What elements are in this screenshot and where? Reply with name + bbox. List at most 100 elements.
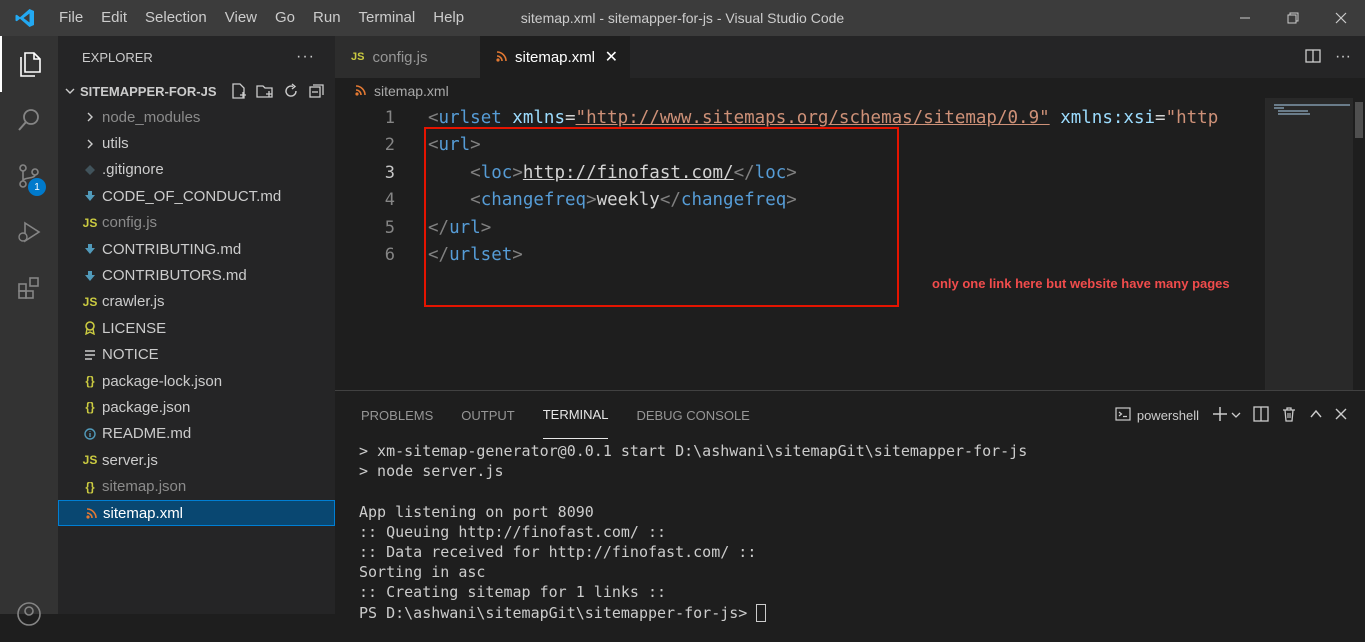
- js-file-icon: JS: [82, 215, 98, 230]
- markdown-file-icon: [80, 190, 100, 202]
- terminal-prompt: PS D:\ashwani\sitemapGit\sitemapper-for-…: [359, 603, 757, 622]
- explorer-icon[interactable]: [0, 36, 58, 92]
- vscode-logo-icon: [0, 0, 50, 36]
- tree-item-config-js[interactable]: JS config.js: [58, 210, 335, 236]
- window-controls: [1221, 0, 1365, 36]
- more-actions-icon[interactable]: ···: [1335, 48, 1351, 66]
- js-file-icon: JS: [82, 294, 98, 309]
- tree-item-notice[interactable]: NOTICE: [58, 342, 335, 368]
- token: urlset: [438, 107, 502, 128]
- markdown-file-icon: [80, 270, 100, 282]
- tree-item-package-json[interactable]: {} package.json: [58, 394, 335, 420]
- tree-item-contributors[interactable]: CONTRIBUTORS.md: [58, 262, 335, 288]
- tree-item-label: .gitignore: [102, 161, 164, 179]
- split-terminal-icon[interactable]: [1253, 405, 1269, 425]
- scm-badge: 1: [28, 178, 46, 196]
- terminal-shell-label: powershell: [1136, 407, 1199, 423]
- workspace-folder[interactable]: SITEMAPPER-FOR-JS: [58, 78, 335, 104]
- tree-item-readme[interactable]: README.md: [58, 421, 335, 447]
- new-file-icon[interactable]: [229, 82, 249, 100]
- tree-item-crawler-js[interactable]: JS crawler.js: [58, 289, 335, 315]
- tab-sitemap-xml[interactable]: sitemap.xml ✕: [480, 36, 630, 78]
- restore-icon[interactable]: [1269, 0, 1317, 36]
- terminal-prompt-line: PS D:\ashwani\sitemapGit\sitemapper-for-…: [359, 603, 1027, 623]
- close-tab-icon[interactable]: ✕: [605, 47, 618, 67]
- tree-item-gitignore[interactable]: .gitignore: [58, 157, 335, 183]
- refresh-icon[interactable]: [281, 82, 301, 100]
- search-icon[interactable]: [0, 92, 58, 148]
- terminal-output[interactable]: > xm-sitemap-generator@0.0.1 start D:\as…: [359, 441, 1027, 623]
- explorer-header: EXPLORER ···: [58, 36, 335, 78]
- tab-label: config.js: [372, 48, 428, 66]
- menu-view[interactable]: View: [216, 0, 266, 36]
- terminal-line: Sorting in asc: [359, 563, 486, 582]
- line-number: 4: [384, 190, 395, 210]
- json-file-icon: {}: [85, 400, 95, 415]
- menu-file[interactable]: File: [50, 0, 92, 36]
- maximize-panel-icon[interactable]: [1309, 407, 1323, 424]
- close-panel-icon[interactable]: [1335, 408, 1347, 423]
- new-terminal-icon[interactable]: [1211, 405, 1229, 426]
- terminal-line: > node server.js: [359, 462, 504, 481]
- menu-edit[interactable]: Edit: [92, 0, 136, 36]
- tree-item-package-lock[interactable]: {} package-lock.json: [58, 368, 335, 394]
- tree-item-label: crawler.js: [102, 293, 165, 311]
- collapse-all-icon[interactable]: [307, 82, 327, 100]
- rss-file-icon: [355, 83, 366, 99]
- minimap-slider[interactable]: [1266, 98, 1354, 390]
- scrollbar-thumb[interactable]: [1355, 102, 1363, 138]
- tree-item-sitemap-json[interactable]: {} sitemap.json: [58, 473, 335, 499]
- tree-item-utils[interactable]: utils: [58, 130, 335, 156]
- minimap[interactable]: [1265, 98, 1354, 390]
- menu-selection[interactable]: Selection: [136, 0, 216, 36]
- extensions-icon[interactable]: [0, 260, 58, 316]
- menu-go[interactable]: Go: [266, 0, 304, 36]
- tree-item-label: CODE_OF_CONDUCT.md: [102, 187, 282, 205]
- tree-item-server-js[interactable]: JS server.js: [58, 447, 335, 473]
- markdown-file-icon: [80, 243, 100, 255]
- chevron-down-icon[interactable]: [1231, 408, 1241, 423]
- trash-icon[interactable]: [1281, 406, 1297, 425]
- minimize-icon[interactable]: [1221, 0, 1269, 36]
- terminal-select[interactable]: powershell: [1115, 406, 1199, 424]
- explorer-sidebar: EXPLORER ··· SITEMAPPER-FOR-JS node_modu…: [58, 36, 335, 614]
- breadcrumb-file[interactable]: sitemap.xml: [374, 83, 449, 99]
- tab-output[interactable]: OUTPUT: [461, 391, 514, 439]
- tab-problems[interactable]: PROBLEMS: [361, 391, 433, 439]
- panel-header: PROBLEMS OUTPUT TERMINAL DEBUG CONSOLE p…: [335, 391, 1365, 439]
- tree-item-node-modules[interactable]: node_modules: [58, 104, 335, 130]
- tab-debug-console[interactable]: DEBUG CONSOLE: [636, 391, 749, 439]
- run-debug-icon[interactable]: [0, 204, 58, 260]
- split-editor-icon[interactable]: [1305, 48, 1321, 67]
- terminal-line: > xm-sitemap-generator@0.0.1 start D:\as…: [359, 442, 1028, 460]
- tree-item-code-of-conduct[interactable]: CODE_OF_CONDUCT.md: [58, 183, 335, 209]
- close-window-icon[interactable]: [1317, 0, 1365, 36]
- accounts-icon[interactable]: [0, 586, 58, 642]
- menu-run[interactable]: Run: [304, 0, 350, 36]
- menu-terminal[interactable]: Terminal: [350, 0, 425, 36]
- tree-item-label: LICENSE: [102, 319, 167, 337]
- tab-config-js[interactable]: JS config.js: [335, 36, 480, 78]
- more-actions-icon[interactable]: ···: [296, 48, 315, 66]
- minimap-line: [1274, 107, 1284, 109]
- token: xmlns:xsi: [1049, 107, 1156, 128]
- text-file-icon: [80, 350, 100, 360]
- info-file-icon: [80, 428, 100, 440]
- tab-terminal[interactable]: TERMINAL: [542, 391, 609, 439]
- source-control-icon[interactable]: 1: [0, 148, 58, 204]
- tree-item-license[interactable]: LICENSE: [58, 315, 335, 341]
- chevron-right-icon: [80, 139, 100, 149]
- menu-help[interactable]: Help: [424, 0, 473, 36]
- editor-scrollbar[interactable]: [1353, 98, 1365, 390]
- tree-item-label: README.md: [102, 425, 192, 443]
- new-folder-icon[interactable]: [255, 82, 275, 100]
- tree-item-label: package-lock.json: [102, 372, 223, 390]
- tree-item-sitemap-xml[interactable]: sitemap.xml: [58, 499, 335, 527]
- annotation-text: only one link here but website have many…: [932, 276, 1230, 291]
- bottom-panel: PROBLEMS OUTPUT TERMINAL DEBUG CONSOLE p…: [335, 390, 1365, 622]
- tree-item-contributing[interactable]: CONTRIBUTING.md: [58, 236, 335, 262]
- annotation-box: [424, 127, 899, 307]
- menu-bar: File Edit Selection View Go Run Terminal…: [50, 0, 473, 36]
- chevron-down-icon: [62, 84, 78, 99]
